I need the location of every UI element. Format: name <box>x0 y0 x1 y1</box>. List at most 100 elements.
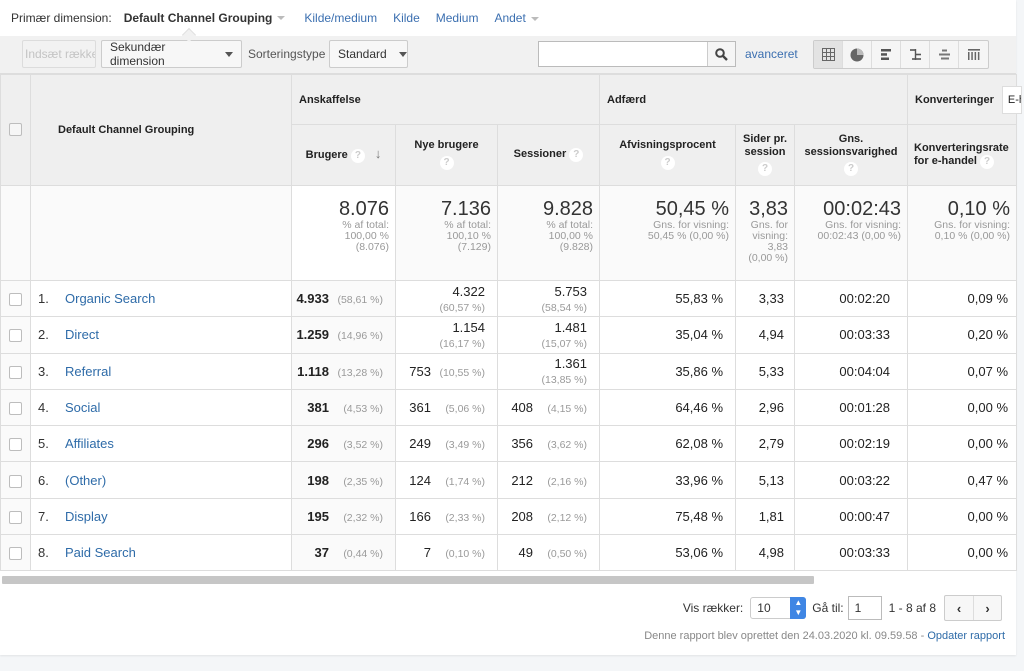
bounce-rate-cell: 62,08 % <box>599 425 737 463</box>
col-new-users[interactable]: Nye brugere? <box>395 124 498 186</box>
pie-view-button[interactable] <box>843 41 872 68</box>
report-panel: Primær dimension: Default Channel Groupi… <box>0 0 1022 655</box>
col-users[interactable]: Brugere ? ↓ <box>291 124 396 186</box>
conversions-goal-select[interactable]: E-handel <box>1001 85 1022 114</box>
primary-dimension-current[interactable]: Default Channel Grouping <box>124 11 273 25</box>
total-sessions: 9.828% af total: 100,00 % (9.828) <box>496 185 601 281</box>
new-users-pct: (1,74 %) <box>445 475 485 488</box>
advanced-filter-link[interactable]: avanceret <box>745 47 798 61</box>
row-checkbox[interactable] <box>9 329 22 343</box>
dimension-link[interactable]: Paid Search <box>65 545 136 560</box>
dimension-kilde-medium[interactable]: Kilde/medium <box>304 11 377 25</box>
insert-rows-button[interactable]: Indsæt rækker <box>22 40 96 68</box>
dimension-link[interactable]: Display <box>65 509 108 524</box>
search-button[interactable] <box>707 42 735 66</box>
report-table: Default Channel Grouping Anskaffelse Adf… <box>0 74 1022 572</box>
prev-page-button[interactable]: ‹ <box>945 596 973 620</box>
dimension-cell: 6. (Other) <box>30 461 292 499</box>
col-bounce-rate[interactable]: Afvisningsprocent? <box>599 124 737 186</box>
dimension-medium[interactable]: Medium <box>436 11 479 25</box>
totals-label-cell <box>30 185 292 281</box>
row-checkbox[interactable] <box>9 474 22 488</box>
show-rows-select[interactable]: 10 ▲ ▼ <box>750 597 807 619</box>
dimension-other-dropdown[interactable]: Andet <box>494 11 557 25</box>
dimension-link[interactable]: Social <box>65 400 100 415</box>
users-value: 381 <box>307 400 329 416</box>
sort-type-label: Sorteringstype <box>248 47 326 61</box>
help-icon[interactable]: ? <box>569 148 584 162</box>
sessions-pct: (4,15 %) <box>547 403 588 416</box>
help-icon[interactable]: ? <box>660 156 675 170</box>
goto-page-input[interactable]: 1 <box>847 596 882 620</box>
primary-dimension-bar: Primær dimension: Default Channel Groupi… <box>0 0 1016 36</box>
pagination: Vis rækker: 10 ▲ ▼ Gå til: 1 1 - 8 af 8 ‹ … <box>683 595 1002 621</box>
help-icon[interactable]: ? <box>350 149 365 163</box>
dimension-other-label: Andet <box>494 11 526 25</box>
comparison-view-button[interactable] <box>901 41 930 68</box>
bounce-rate-cell: 55,83 % <box>599 279 737 318</box>
row-checkbox[interactable] <box>9 402 22 416</box>
sessions-pct: (13,85 %) <box>541 374 588 387</box>
next-page-button[interactable]: › <box>973 596 1001 620</box>
new-users-value: 7 <box>423 545 431 561</box>
col-sessions[interactable]: Sessioner ? <box>496 124 601 186</box>
sessions-value: 356 <box>511 436 534 452</box>
sort-type-value: Standard <box>338 47 387 61</box>
row-checkbox[interactable] <box>9 547 22 561</box>
pivot-icon <box>967 49 980 60</box>
col-pages-per-session[interactable]: Sider pr. session? <box>735 124 796 186</box>
table-view-button[interactable] <box>814 41 843 68</box>
pivot-view-button[interactable] <box>959 41 988 68</box>
chevron-right-icon: › <box>985 600 990 616</box>
avg-session-duration-cell: 00:01:28 <box>794 388 909 427</box>
search-input[interactable] <box>539 42 707 66</box>
search-icon <box>715 47 728 61</box>
row-checkbox[interactable] <box>9 293 22 307</box>
avg-session-duration-cell: 00:03:33 <box>794 534 909 572</box>
totals-checkbox-cell <box>0 185 31 281</box>
horizontal-scrollbar[interactable] <box>2 576 814 584</box>
col-avg-session-duration[interactable]: Gns. sessionsvarighed? <box>794 124 909 186</box>
dimension-link[interactable]: Referral <box>65 364 111 379</box>
total-pages-per-session: 3,83 Gns. for visning: 3,83 (0,00 %) <box>735 185 796 281</box>
dimension-cell: 8. Paid Search <box>30 534 292 572</box>
term-cloud-view-button[interactable] <box>930 41 959 68</box>
dimension-header[interactable]: Default Channel Grouping <box>30 74 292 186</box>
row-checkbox[interactable] <box>9 438 22 452</box>
dimension-link[interactable]: (Other) <box>65 473 106 488</box>
help-icon[interactable]: ? <box>844 162 859 176</box>
help-icon[interactable]: ? <box>439 156 454 170</box>
row-checkbox[interactable] <box>9 365 22 379</box>
secondary-dimension-dropdown[interactable]: Sekundær dimension <box>101 40 242 68</box>
dimension-link[interactable]: Affiliates <box>65 436 114 451</box>
performance-view-button[interactable] <box>872 41 901 68</box>
sessions-value: 212 <box>511 472 534 488</box>
chevron-left-icon: ‹ <box>956 600 962 616</box>
ecommerce-conversion-rate-cell: 0,00 % <box>907 534 1018 572</box>
users-cell: 381 (4,53 %) <box>291 388 396 427</box>
select-all-checkbox[interactable] <box>9 123 22 136</box>
col-ecommerce-conversion-rate[interactable]: Konverteringsrate for e-handel ? <box>907 124 1018 186</box>
row-number: 3. <box>38 363 49 379</box>
help-icon[interactable]: ? <box>758 162 773 176</box>
total-avg-session-duration: 00:02:43 Gns. for visning: 00:02:43 (0,00 … <box>794 185 909 281</box>
row-number: 8. <box>38 545 49 561</box>
dimension-link[interactable]: Direct <box>65 327 99 342</box>
new-users-value: 166 <box>409 508 431 524</box>
total-bounce-rate: 50,45 % Gns. for visning: 50,45 % (0,00 %) <box>599 185 737 281</box>
totals-row: 8.076% af total: 100,00 % (8.076) 7.136% a… <box>0 185 1018 281</box>
sort-type-dropdown[interactable]: Standard <box>329 40 408 68</box>
new-users-cell: 166 (2,33 %) <box>395 497 498 536</box>
users-value: 1.118 <box>297 363 329 379</box>
table-row: 6. (Other) 198 (2,35 %) 124 (1,74 %) 212 (2,16 … <box>0 461 1018 499</box>
dimension-link[interactable]: Organic Search <box>65 291 155 306</box>
help-icon[interactable]: ? <box>980 154 995 169</box>
primary-dimension-label: Primær dimension: <box>11 11 112 25</box>
refresh-report-link[interactable]: Opdater rapport <box>927 630 1005 642</box>
users-value: 198 <box>307 472 329 488</box>
row-number: 1. <box>38 291 49 307</box>
dimension-kilde[interactable]: Kilde <box>393 11 420 25</box>
pie-chart-icon <box>850 48 864 61</box>
secondary-dimension-label: Sekundær dimension <box>110 40 166 68</box>
row-checkbox[interactable] <box>9 510 22 524</box>
